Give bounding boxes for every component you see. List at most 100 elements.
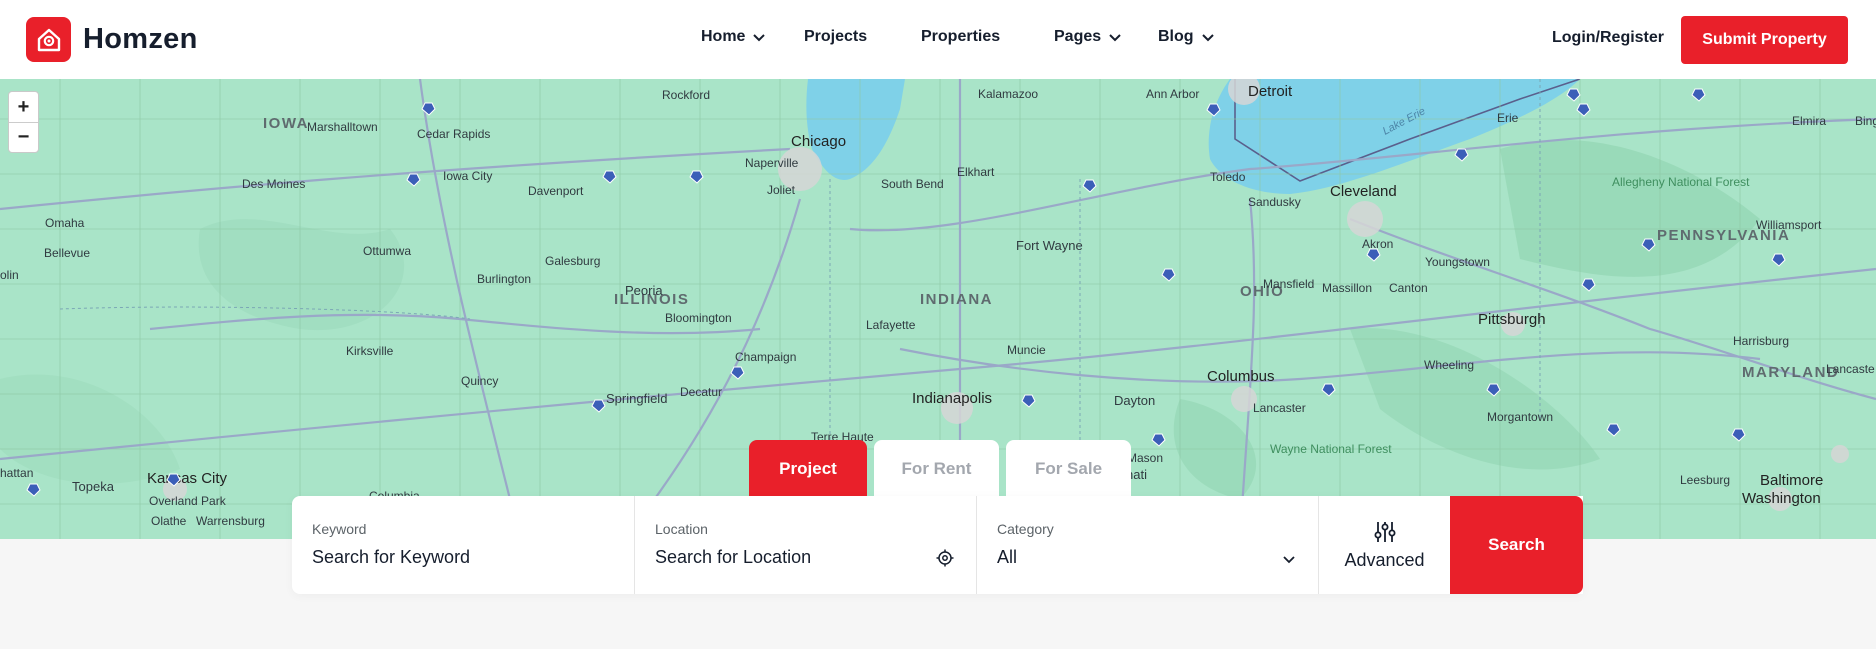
nav-label: Pages: [1054, 28, 1102, 45]
map-city-label: Joliet: [767, 183, 796, 197]
map-city-label: Peoria: [625, 283, 663, 298]
tab-for-rent[interactable]: For Rent: [874, 440, 999, 497]
map-city-label: Cedar Rapids: [417, 127, 490, 141]
map-city-label: Harrisburg: [1733, 334, 1789, 348]
map-city-label: Kalamazoo: [978, 87, 1038, 101]
map-city-label: Elmira: [1792, 114, 1826, 128]
map-city-label: Davenport: [528, 184, 584, 198]
map-city-label: Sandusky: [1248, 195, 1301, 209]
map-city-label: Toledo: [1210, 170, 1246, 184]
chevron-down-icon: [1283, 556, 1295, 564]
category-label: Category: [997, 521, 1054, 537]
map-city-label: Pittsburgh: [1478, 311, 1546, 328]
map-city-label: Kansas City: [147, 470, 228, 487]
map-city-label: Overland Park: [149, 494, 227, 508]
keyword-field[interactable]: Keyword Search for Keyword: [292, 496, 634, 594]
property-search-bar: Keyword Search for Keyword Location Sear…: [292, 496, 1583, 594]
map-city-label: Lancaster: [1253, 401, 1306, 415]
map-city-label: Detroit: [1248, 83, 1293, 100]
submit-property-button[interactable]: Submit Property: [1681, 16, 1848, 64]
keyword-input[interactable]: Search for Keyword: [312, 547, 614, 568]
map-city-label: Fort Wayne: [1016, 238, 1083, 253]
chevron-down-icon: [753, 34, 766, 42]
map-zoom-control: + −: [8, 91, 39, 153]
map-city-label: Lafayette: [866, 318, 916, 332]
map-city-label: Olathe: [151, 514, 187, 528]
map-city-label: Champaign: [735, 350, 796, 364]
map-state-label: MARYLAND: [1742, 364, 1839, 381]
map-city-label: Dayton: [1114, 393, 1155, 408]
chevron-down-icon: [1109, 34, 1121, 42]
location-field[interactable]: Location Search for Location: [634, 496, 976, 594]
map-city-label: olin: [0, 268, 19, 282]
site-header: Homzen Home Projects Properties Pages Bl…: [0, 0, 1876, 79]
map-city-label: Marshalltown: [307, 120, 378, 134]
map-city-label: Kirksville: [346, 344, 394, 358]
chevron-down-icon: [1201, 34, 1214, 42]
map-city-label: Youngstown: [1425, 255, 1490, 269]
nav-item-properties[interactable]: Properties: [921, 28, 1000, 46]
nav-label: Projects: [804, 28, 868, 45]
map-city-label: Ottumwa: [363, 244, 411, 258]
map-city-label: Quincy: [461, 374, 498, 388]
map-city-label: Decatur: [680, 385, 722, 399]
map-city-label: Warrensburg: [196, 514, 265, 528]
map-city-label: Akron: [1362, 237, 1393, 251]
location-label: Location: [655, 521, 708, 537]
map-city-label: Ann Arbor: [1146, 87, 1199, 101]
map-city-label: Bellevue: [44, 246, 90, 260]
zoom-in-button[interactable]: +: [9, 92, 38, 122]
map-city-label: Bloomington: [665, 311, 732, 325]
map-city-label: Wheeling: [1424, 358, 1474, 372]
zoom-out-button[interactable]: −: [9, 122, 38, 152]
category-value: All: [997, 547, 1018, 567]
map-city-label: Iowa City: [443, 169, 492, 183]
tab-project[interactable]: Project: [749, 440, 867, 497]
map-city-label: Mansfield: [1263, 277, 1314, 291]
locate-target-icon[interactable]: [936, 549, 954, 567]
login-register-link[interactable]: Login/Register: [1552, 29, 1664, 47]
category-select[interactable]: Category All: [976, 496, 1318, 594]
map-city-label: Muncie: [1007, 343, 1046, 357]
map-city-label: Columbus: [1207, 368, 1275, 385]
map-city-label: Williamsport: [1756, 218, 1822, 232]
map-city-label: Erie: [1497, 111, 1519, 125]
map-forest-label-text: Allegheny National Forest: [1612, 175, 1750, 189]
map-city-label: Leesburg: [1680, 473, 1730, 487]
nav-item-projects[interactable]: Projects: [804, 28, 867, 46]
map-city-label: Lancaste: [1826, 362, 1875, 376]
map-forest-label-text: Wayne National Forest: [1270, 442, 1392, 456]
tab-for-sale[interactable]: For Sale: [1006, 440, 1131, 497]
map-city-label: Elkhart: [957, 165, 995, 179]
nav-label: Properties: [921, 28, 1001, 45]
nav-item-blog[interactable]: Blog: [1158, 28, 1215, 46]
sliders-icon: [1374, 521, 1395, 542]
location-input[interactable]: Search for Location: [655, 547, 956, 568]
map-city-label: Massillon: [1322, 281, 1372, 295]
listing-type-tabs: Project For Rent For Sale: [749, 440, 1138, 497]
map-city-label: Canton: [1389, 281, 1428, 295]
map-city-label: Cleveland: [1330, 183, 1397, 200]
nav-label: Home: [701, 28, 746, 45]
keyword-label: Keyword: [312, 521, 367, 537]
map-forest-label: Allegheny National Forest: [1612, 175, 1750, 189]
advanced-filter-button[interactable]: Advanced: [1318, 496, 1450, 594]
map-city-label: Topeka: [72, 479, 115, 494]
map-city-label: Chicago: [791, 133, 846, 150]
map-city-label: Naperville: [745, 156, 799, 170]
map-city-label: Bing: [1855, 114, 1876, 128]
advanced-label: Advanced: [1344, 549, 1425, 570]
map-state-label: INDIANA: [920, 291, 993, 308]
map-city-label: Morgantown: [1487, 410, 1553, 424]
map-state-label: IOWA: [263, 115, 309, 132]
map-city-label: Indianapolis: [912, 390, 992, 407]
map-city-label: Galesburg: [545, 254, 600, 268]
search-button[interactable]: Search: [1450, 496, 1583, 594]
nav-item-pages[interactable]: Pages: [1054, 28, 1122, 46]
map-city-label: hattan: [0, 466, 33, 480]
map-forest-label: Wayne National Forest: [1270, 442, 1392, 456]
map-city-label: Washington: [1742, 490, 1821, 507]
nav-item-home[interactable]: Home: [701, 28, 766, 46]
map-city-label: South Bend: [881, 177, 944, 191]
nav-label: Blog: [1158, 28, 1194, 45]
